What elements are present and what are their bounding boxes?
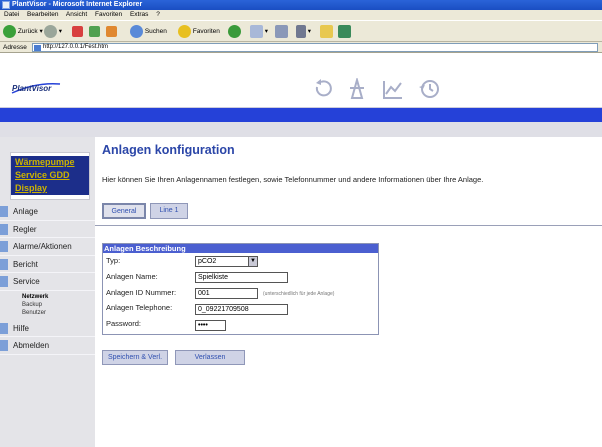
link-display[interactable]: Display	[11, 182, 89, 195]
anlagen-telephone-input[interactable]: 0_09221709508	[195, 304, 288, 315]
submenu-netzwerk[interactable]: Netzwerk	[22, 293, 95, 301]
typ-label: Typ:	[106, 256, 121, 265]
service-submenu: Netzwerk Backup Benutzer	[0, 293, 95, 317]
print-button[interactable]	[275, 25, 288, 39]
messenger-button[interactable]	[338, 25, 351, 39]
bullet-icon	[0, 340, 8, 351]
bullet-icon	[0, 223, 8, 235]
stop-icon	[72, 25, 83, 37]
id-label: Anlagen ID Nummer:	[106, 288, 177, 297]
link-service-gdd[interactable]: Service GDD	[11, 169, 89, 182]
tab-line-1[interactable]: Line 1	[150, 203, 188, 219]
link-waermepumpe[interactable]: Wärmepumpe	[11, 156, 89, 169]
address-label: Adresse	[3, 44, 27, 51]
browser-menubar: Datei Bearbeiten Ansicht Favoriten Extra…	[0, 10, 602, 20]
back-arrow-icon	[3, 25, 16, 38]
sidebar-item-regler[interactable]: Regler	[0, 221, 95, 238]
folder-button[interactable]	[320, 25, 333, 39]
sidebar-menu: Anlage Regler Alarme/Aktionen Bericht Se…	[0, 203, 95, 355]
tower-icon[interactable]	[346, 76, 368, 100]
submenu-benutzer[interactable]: Benutzer	[22, 309, 95, 317]
messenger-icon	[338, 25, 351, 38]
password-input[interactable]: ••••	[195, 320, 226, 331]
tab-divider	[95, 225, 602, 226]
sidebar-item-alarme[interactable]: Alarme/Aktionen	[0, 238, 95, 256]
print-icon	[275, 25, 288, 38]
name-label: Anlagen Name:	[106, 272, 158, 281]
refresh-icon[interactable]	[312, 78, 334, 100]
menu-bearbeiten[interactable]: Bearbeiten	[27, 11, 58, 18]
refresh-icon	[89, 25, 100, 37]
chevron-down-icon: ▼	[248, 257, 257, 266]
bullet-icon	[0, 276, 8, 287]
typ-select[interactable]: pCO2 ▼	[195, 256, 258, 267]
menu-extras[interactable]: Extras	[130, 11, 148, 18]
home-icon	[106, 25, 117, 37]
header-band	[0, 108, 602, 122]
fieldset-title: Anlagen Beschreibung	[103, 244, 378, 253]
favorites-button[interactable]: Favoriten	[178, 25, 220, 39]
telephone-label: Anlagen Telephone:	[106, 303, 173, 312]
quick-links: Wärmepumpe Service GDD Display	[10, 152, 90, 200]
history-icon[interactable]	[418, 78, 440, 100]
id-hint: (unterschiedlich für jede Anlage)	[263, 291, 335, 297]
leave-button[interactable]: Verlassen	[175, 350, 245, 365]
back-button[interactable]: Zurück ▾	[3, 25, 43, 39]
page-icon	[34, 45, 41, 51]
edit-icon	[296, 25, 306, 38]
bullet-icon	[0, 206, 8, 217]
anlagen-name-input[interactable]: Spielkiste	[195, 272, 288, 283]
bullet-icon	[0, 241, 8, 252]
bullet-icon	[0, 258, 8, 270]
app-header: PlantVisor	[0, 70, 602, 108]
bullet-icon	[0, 322, 8, 334]
header-subband	[0, 122, 602, 137]
window-title: PlantVisor - Microsoft Internet Explorer	[12, 1, 143, 8]
logo-text: PlantVisor	[12, 84, 52, 93]
password-label: Password:	[106, 319, 142, 328]
history-button[interactable]	[228, 25, 241, 39]
menu-help[interactable]: ?	[156, 11, 160, 18]
address-bar: Adresse http://127.0.0.1/Fest.htm	[0, 42, 602, 53]
search-button[interactable]: Suchen	[130, 25, 167, 39]
sidebar-item-service[interactable]: Service	[0, 273, 95, 291]
main-content: Anlagen konfiguration Hier können Sie Ih…	[95, 137, 602, 447]
forward-arrow-icon	[44, 25, 57, 38]
menu-ansicht[interactable]: Ansicht	[66, 11, 87, 18]
home-button[interactable]	[106, 25, 117, 39]
edit-button[interactable]: ▾	[296, 25, 311, 39]
forward-button[interactable]: ▾	[44, 25, 62, 39]
search-icon	[130, 25, 143, 38]
sidebar-item-hilfe[interactable]: Hilfe	[0, 320, 95, 337]
sidebar-item-anlage[interactable]: Anlage	[0, 203, 95, 221]
page-title: Anlagen konfiguration	[102, 143, 235, 157]
window-titlebar: PlantVisor - Microsoft Internet Explorer	[0, 0, 602, 10]
tab-general[interactable]: General	[102, 203, 146, 219]
mail-icon	[250, 25, 263, 38]
ie-icon	[2, 1, 10, 9]
menu-datei[interactable]: Datei	[4, 11, 19, 18]
star-icon	[178, 25, 191, 38]
graph-icon[interactable]	[382, 78, 404, 100]
refresh-button[interactable]	[89, 25, 100, 39]
stop-button[interactable]	[72, 25, 83, 39]
sidebar-item-bericht[interactable]: Bericht	[0, 256, 95, 273]
anlagen-fieldset: Anlagen Beschreibung Typ: pCO2 ▼ Anlagen…	[102, 243, 379, 335]
anlagen-id-input[interactable]: 001	[195, 288, 258, 299]
intro-text: Hier können Sie Ihren Anlagennamen festl…	[102, 175, 484, 184]
folder-icon	[320, 25, 333, 38]
sidebar-item-abmelden[interactable]: Abmelden	[0, 337, 95, 355]
submenu-backup[interactable]: Backup	[22, 301, 95, 309]
address-input[interactable]: http://127.0.0.1/Fest.htm	[32, 43, 598, 52]
browser-toolbar: Zurück ▾ ▾ Suchen Favoriten ▾ ▾	[0, 20, 602, 42]
menu-favoriten[interactable]: Favoriten	[95, 11, 122, 18]
sidebar: Wärmepumpe Service GDD Display Anlage Re…	[0, 137, 95, 447]
history-icon	[228, 25, 241, 38]
mail-button[interactable]: ▾	[250, 25, 268, 39]
save-button[interactable]: Speichern & Verl.	[102, 350, 168, 365]
